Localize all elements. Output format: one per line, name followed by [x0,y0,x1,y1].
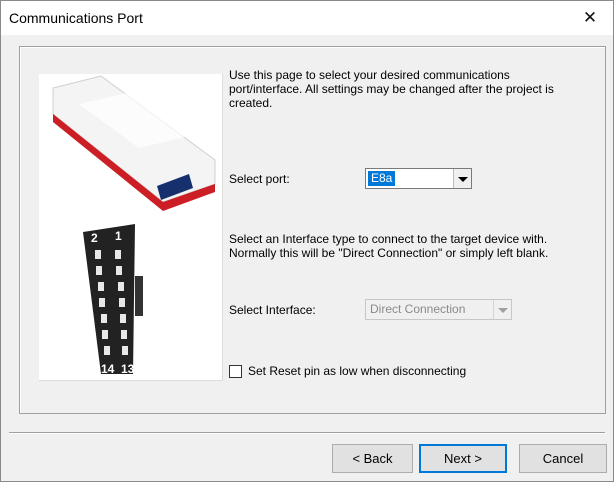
port-select[interactable]: E8a [365,168,472,189]
interface-help-text: Select an Interface type to connect to t… [229,232,549,260]
window-title: Communications Port [9,10,143,26]
port-selected-value: E8a [368,171,396,186]
interface-selected-value: Direct Connection [370,302,466,316]
header-key [135,276,143,316]
intro-text: Use this page to select your desired com… [229,68,554,110]
pin-label-1: 1 [115,229,122,243]
select-port-label: Select port: [229,172,290,186]
close-icon[interactable]: ✕ [567,1,613,35]
chevron-down-icon[interactable] [493,300,511,319]
chevron-down-icon[interactable] [453,169,471,188]
device-image: 2 1 14 13 [39,74,223,381]
content-panel: 2 1 14 13 Use this page to select your d… [19,46,606,414]
pin-label-13: 13 [121,362,135,376]
reset-pin-label[interactable]: Set Reset pin as low when disconnecting [248,364,466,378]
communications-port-dialog: Communications Port ✕ 2 1 14 13 Use this… [0,0,614,482]
interface-select[interactable]: Direct Connection [365,299,512,320]
title-bar: Communications Port ✕ [1,1,613,35]
reset-pin-checkbox[interactable] [229,365,242,378]
footer-separator [9,432,605,434]
select-interface-label: Select Interface: [229,303,316,317]
back-button[interactable]: < Back [332,444,413,473]
next-button[interactable]: Next > [419,444,507,473]
cancel-button[interactable]: Cancel [519,444,607,473]
e8a-emulator-illustration: 2 1 14 13 [52,75,216,376]
pin-label-2: 2 [91,231,98,245]
pin-label-14: 14 [101,362,115,376]
